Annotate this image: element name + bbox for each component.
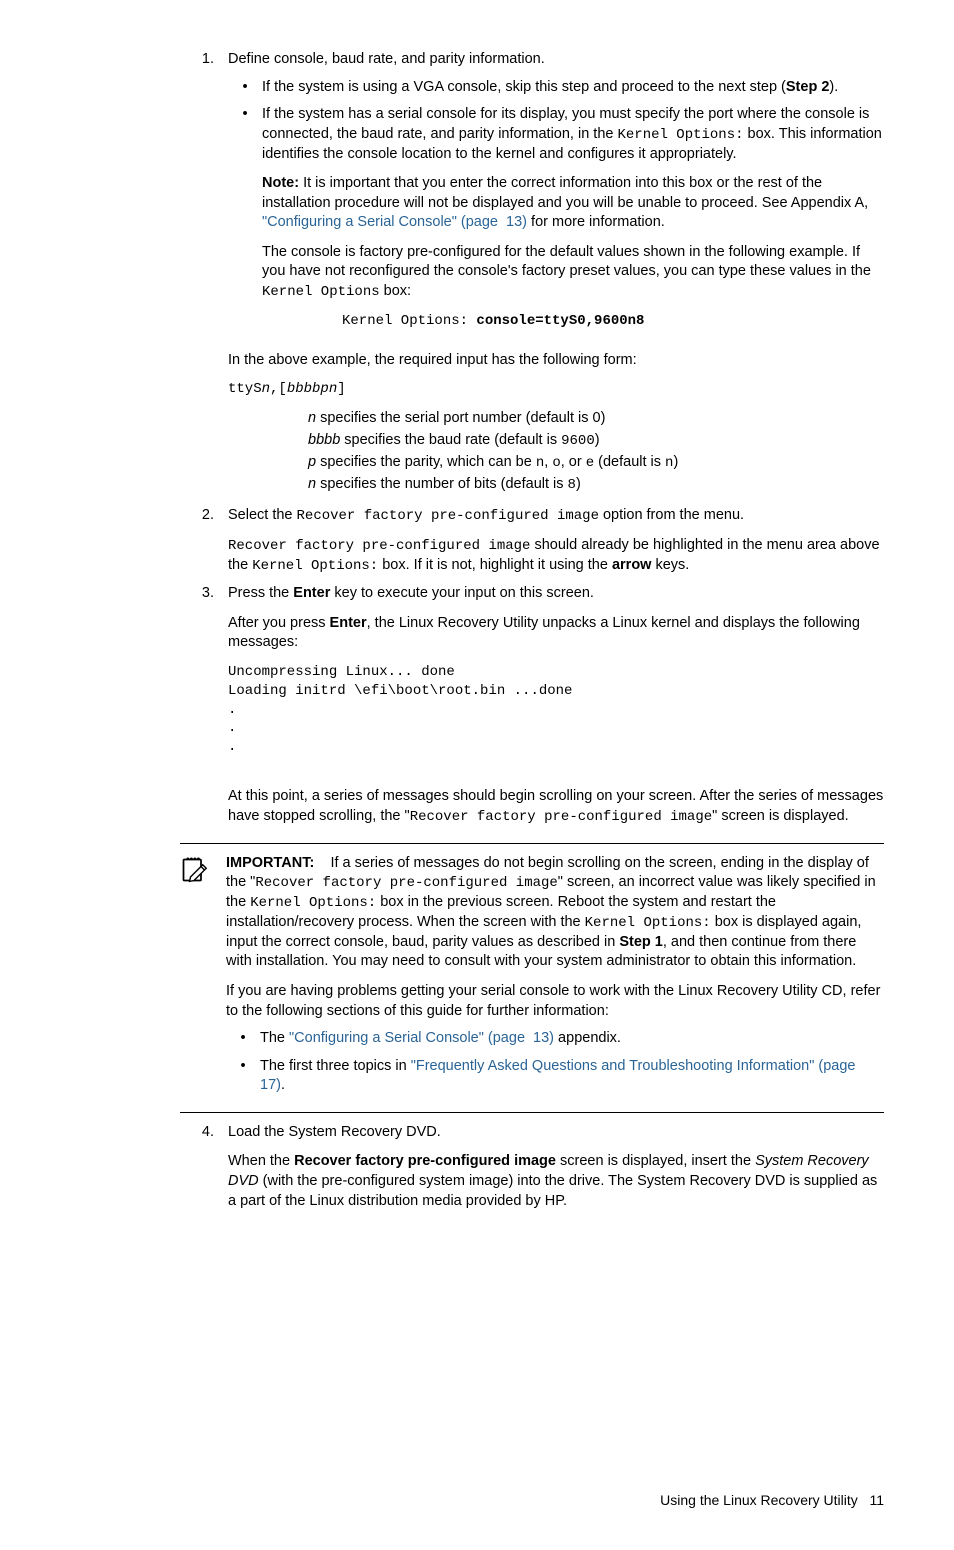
step-lead: Load the System Recovery DVD. bbox=[228, 1123, 884, 1143]
paragraph: In the above example, the required input… bbox=[228, 351, 884, 371]
step-body: Select the Recover factory pre-configure… bbox=[228, 506, 884, 576]
callout-body: IMPORTANT: If a series of messages do no… bbox=[226, 854, 884, 1100]
def-row: p specifies the parity, which can be n, … bbox=[308, 453, 884, 473]
paragraph: If you are having problems getting your … bbox=[226, 982, 884, 1021]
code-kernel-options: Kernel Options: console=ttyS0,9600n8 bbox=[342, 312, 884, 331]
step-lead: Press the Enter key to execute your inpu… bbox=[228, 584, 884, 604]
paragraph: IMPORTANT: If a series of messages do no… bbox=[226, 854, 884, 972]
note-pencil-icon bbox=[180, 856, 208, 884]
step-body: Load the System Recovery DVD. When the R… bbox=[228, 1123, 884, 1211]
bullet-text: If the system is using a VGA console, sk… bbox=[262, 78, 884, 98]
divider bbox=[180, 1112, 884, 1113]
code-uncompress: Uncompressing Linux... done Loading init… bbox=[228, 663, 884, 757]
footer-page-number: 11 bbox=[869, 1492, 884, 1508]
step-number: 1. bbox=[180, 50, 228, 496]
note: Note: It is important that you enter the… bbox=[262, 174, 884, 233]
bullet-vga: • If the system is using a VGA console, … bbox=[228, 78, 884, 98]
important-icon bbox=[180, 854, 226, 1100]
step-lead: Select the Recover factory pre-configure… bbox=[228, 506, 884, 526]
bullet-icon: • bbox=[228, 105, 262, 341]
step-number: 3. bbox=[180, 584, 228, 827]
bullet-text: If the system has a serial console for i… bbox=[262, 105, 884, 341]
step-number: 4. bbox=[180, 1123, 228, 1211]
ordered-steps-cont: 4. Load the System Recovery DVD. When th… bbox=[180, 1123, 884, 1211]
bullet-icon: • bbox=[226, 1029, 260, 1049]
def-row: bbbb specifies the baud rate (default is… bbox=[308, 431, 884, 451]
code-form: ttySn,[bbbbpn] bbox=[228, 380, 884, 399]
ordered-steps: 1. Define console, baud rate, and parity… bbox=[180, 50, 884, 827]
footer-section: Using the Linux Recovery Utility bbox=[660, 1492, 858, 1508]
link-appendix-a[interactable]: "Configuring a Serial Console" (page 13) bbox=[262, 214, 527, 230]
page-footer: Using the Linux Recovery Utility 11 bbox=[40, 1491, 884, 1510]
bullet-icon: • bbox=[228, 78, 262, 98]
step-1: 1. Define console, baud rate, and parity… bbox=[180, 50, 884, 496]
link-configuring-serial-console[interactable]: "Configuring a Serial Console" (page 13) bbox=[289, 1030, 554, 1046]
def-row: n specifies the serial port number (defa… bbox=[308, 409, 884, 429]
paragraph: When the Recover factory pre-configured … bbox=[228, 1152, 884, 1211]
step-4: 4. Load the System Recovery DVD. When th… bbox=[180, 1123, 884, 1211]
step-body: Press the Enter key to execute your inpu… bbox=[228, 584, 884, 827]
bullet-icon: • bbox=[226, 1057, 260, 1096]
step-3: 3. Press the Enter key to execute your i… bbox=[180, 584, 884, 827]
def-row: n specifies the number of bits (default … bbox=[308, 475, 884, 495]
bullet: • The "Configuring a Serial Console" (pa… bbox=[226, 1029, 884, 1049]
paragraph: If the system has a serial console for i… bbox=[262, 105, 884, 164]
paragraph: After you press Enter, the Linux Recover… bbox=[228, 614, 884, 653]
step-2: 2. Select the Recover factory pre-config… bbox=[180, 506, 884, 576]
definition-list: n specifies the serial port number (defa… bbox=[308, 409, 884, 494]
bullet-serial: • If the system has a serial console for… bbox=[228, 105, 884, 341]
bullet: • The first three topics in "Frequently … bbox=[226, 1057, 884, 1096]
paragraph: Recover factory pre-configured image sho… bbox=[228, 536, 884, 576]
paragraph: At this point, a series of messages shou… bbox=[228, 787, 884, 826]
step-body: Define console, baud rate, and parity in… bbox=[228, 50, 884, 496]
step-lead: Define console, baud rate, and parity in… bbox=[228, 50, 884, 70]
step-number: 2. bbox=[180, 506, 228, 576]
paragraph: The console is factory pre-configured fo… bbox=[262, 243, 884, 302]
important-callout: IMPORTANT: If a series of messages do no… bbox=[180, 843, 884, 1113]
